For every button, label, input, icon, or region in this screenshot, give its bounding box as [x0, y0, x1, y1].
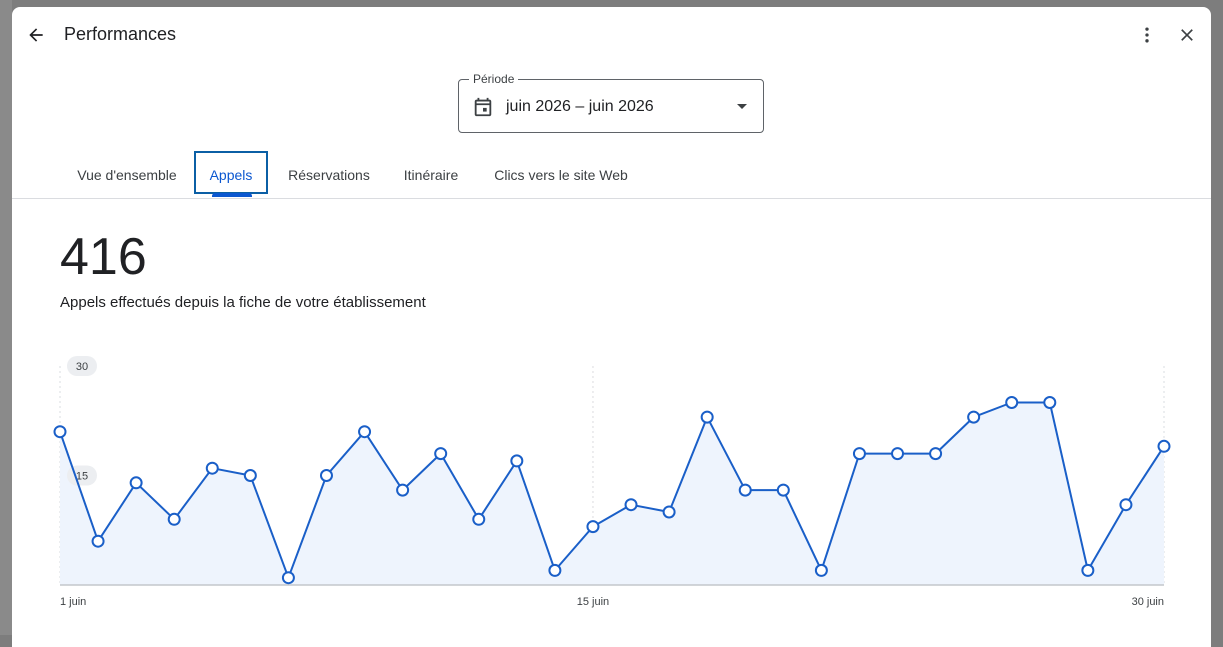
data-point — [1005, 396, 1019, 409]
tab-itinerary[interactable]: Itinéraire — [394, 152, 468, 198]
data-point — [396, 483, 410, 497]
data-point — [852, 447, 866, 461]
period-select[interactable]: Période juin 2026 – juin 2026 — [458, 72, 764, 133]
data-point — [281, 571, 295, 585]
data-point — [319, 469, 333, 482]
active-tab-indicator — [212, 193, 252, 197]
background-page — [0, 0, 12, 635]
page-title: Performances — [64, 24, 177, 44]
data-point — [243, 469, 257, 482]
area-fill — [60, 402, 1164, 585]
period-label: Période — [469, 72, 519, 86]
data-point — [662, 505, 676, 519]
data-point — [814, 563, 828, 577]
data-point — [967, 410, 981, 424]
more-vert-icon — [1145, 27, 1149, 43]
data-point — [434, 447, 448, 461]
data-point — [1081, 563, 1095, 577]
dialog-header: Performances — [12, 7, 1211, 63]
calendar-icon — [472, 96, 494, 123]
close-button[interactable] — [1173, 21, 1201, 49]
data-point — [929, 447, 943, 461]
data-point — [624, 498, 638, 512]
data-point — [91, 534, 105, 548]
close-icon — [1181, 29, 1193, 41]
more-options-button[interactable] — [1133, 21, 1161, 49]
x-tick-label: 1 juin — [60, 596, 86, 608]
y-tick-label: 30 — [76, 361, 88, 373]
tab-website-clicks[interactable]: Clics vers le site Web — [486, 152, 636, 198]
data-point — [891, 447, 905, 461]
x-tick-label: 15 juin — [577, 596, 609, 608]
data-point — [510, 454, 524, 468]
data-point — [738, 483, 752, 497]
data-point — [1157, 439, 1171, 453]
data-point — [358, 425, 372, 439]
dropdown-arrow-icon — [737, 104, 747, 109]
back-button[interactable] — [22, 21, 50, 49]
data-point — [129, 476, 143, 490]
tab-bar: Vue d'ensemble Appels Réservations Itiné… — [12, 152, 1211, 199]
x-tick-label: 30 juin — [1132, 596, 1164, 608]
data-point — [53, 425, 67, 439]
performance-dialog: Performances Période juin 2026 – juin 20… — [12, 7, 1211, 647]
period-value: juin 2026 – juin 2026 — [506, 98, 654, 115]
data-point — [205, 461, 219, 475]
tab-overview[interactable]: Vue d'ensemble — [64, 152, 190, 198]
data-point — [167, 512, 181, 526]
metric-value: 416 — [60, 228, 147, 286]
data-point — [472, 512, 486, 526]
data-point — [700, 410, 714, 424]
data-point — [1119, 498, 1133, 512]
tab-focus-ring — [194, 151, 268, 194]
arrow-back-icon — [29, 28, 43, 42]
tab-reservations[interactable]: Réservations — [278, 152, 380, 198]
data-point — [548, 563, 562, 577]
metric-description: Appels effectués depuis la fiche de votr… — [60, 294, 426, 311]
data-point — [586, 520, 600, 534]
data-point — [1043, 396, 1057, 409]
calls-chart: 30151 juin 15 juin 30 juin — [53, 356, 1171, 608]
data-point — [776, 483, 790, 497]
